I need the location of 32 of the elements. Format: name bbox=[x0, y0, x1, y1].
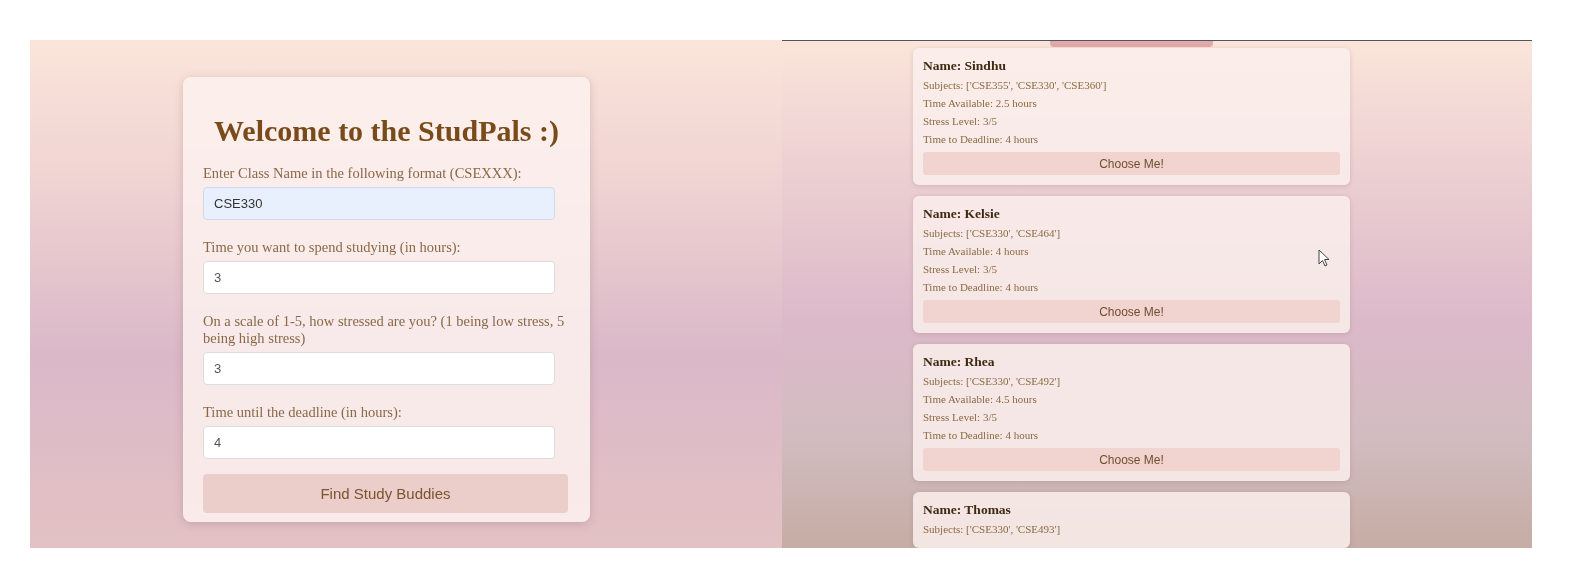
buddy-detail: Time Available: 2.5 hours bbox=[923, 96, 1037, 111]
buddy-name: Name: Sindhu bbox=[923, 58, 1007, 74]
field-label: Enter Class Name in the following format (CSEXXX): bbox=[203, 165, 522, 182]
choose-button[interactable]: Choose Me! bbox=[923, 152, 1340, 175]
choose-button[interactable]: Choose Me! bbox=[923, 448, 1340, 471]
text-field[interactable]: 3 bbox=[203, 261, 555, 294]
buddy-detail: Stress Level: 3/5 bbox=[923, 410, 997, 425]
page-title: Welcome to the StudPals :) bbox=[213, 113, 560, 149]
buddy-detail: Time to Deadline: 4 hours bbox=[923, 280, 1039, 295]
field-label: Time until the deadline (in hours): bbox=[203, 404, 402, 421]
buddy-detail: Subjects: ['CSE355', 'CSE330', 'CSE360'] bbox=[923, 78, 1107, 93]
buddy-name: Name: Kelsie bbox=[923, 206, 1001, 222]
cut-off-button[interactable] bbox=[1050, 41, 1213, 47]
buddy-detail: Subjects: ['CSE330', 'CSE464'] bbox=[923, 226, 1061, 241]
find-buddies-button[interactable]: Find Study Buddies bbox=[203, 474, 568, 513]
mouse-pointer-icon bbox=[1318, 249, 1330, 267]
buddy-detail: Time Available: 4.5 hours bbox=[923, 392, 1037, 407]
buddy-name: Name: Rhea bbox=[923, 354, 996, 370]
buddy-detail: Time to Deadline: 4 hours bbox=[923, 428, 1039, 443]
buddy-detail: Subjects: ['CSE330', 'CSE492'] bbox=[923, 374, 1061, 389]
buddy-detail: Time to Deadline: 4 hours bbox=[923, 132, 1039, 147]
buddy-detail: Stress Level: 3/5 bbox=[923, 262, 997, 277]
text-field[interactable]: 3 bbox=[203, 352, 555, 385]
choose-button[interactable]: Choose Me! bbox=[923, 300, 1340, 323]
buddy-detail: Stress Level: 3/5 bbox=[923, 114, 997, 129]
buddy-detail: Subjects: ['CSE330', 'CSE493'] bbox=[923, 522, 1061, 537]
field-label: Time you want to spend studying (in hours): bbox=[203, 239, 461, 256]
buddy-name: Name: Thomas bbox=[923, 502, 1012, 518]
text-field[interactable]: CSE330 bbox=[203, 187, 555, 220]
field-label: On a scale of 1-5, how stressed are you? (1 being low stress, 5 being high stress) bbox=[203, 313, 566, 347]
text-field[interactable]: 4 bbox=[203, 426, 555, 459]
buddy-detail: Time Available: 4 hours bbox=[923, 244, 1029, 259]
